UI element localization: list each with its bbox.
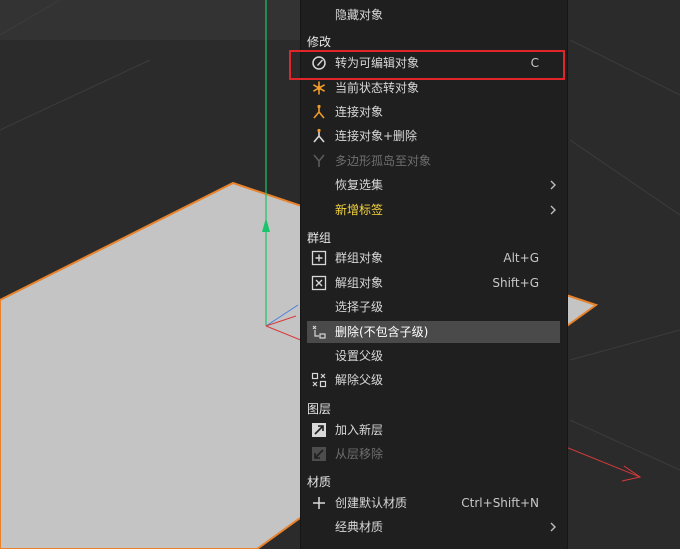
menu-item-group-objects[interactable]: 群组对象 Alt+G — [307, 247, 560, 269]
menu-item-connect-delete[interactable]: 连接对象+删除 — [307, 125, 560, 147]
menu-item-label: 群组对象 — [335, 251, 384, 265]
menu-item-add-new-layer[interactable]: 加入新层 — [307, 419, 560, 441]
edit-convert-icon — [311, 55, 327, 71]
menu-item-label: 恢复选集 — [335, 178, 384, 192]
menu-item-create-default-material[interactable]: 创建默认材质 Ctrl+Shift+N — [307, 492, 560, 514]
menu-item-label: 连接对象 — [335, 105, 384, 119]
delete-hierarchy-icon — [311, 324, 327, 340]
shortcut-label: Ctrl+Shift+N — [461, 496, 539, 510]
menu-item-label: 隐藏对象 — [335, 8, 384, 22]
menu-item-hide-object[interactable]: 隐藏对象 — [307, 4, 560, 26]
shortcut-label: C — [530, 56, 539, 70]
menu-item-set-parent[interactable]: 设置父级 — [307, 345, 560, 367]
layer-remove-icon — [311, 446, 327, 462]
context-menu: 隐藏对象 修改 转为可编辑对象 C 当前状态转对象 连接对象 连接对象+删除 多… — [300, 0, 568, 549]
menu-item-classic-material[interactable]: 经典材质 — [307, 516, 560, 538]
menu-item-label: 创建默认材质 — [335, 496, 408, 510]
layer-add-icon — [311, 422, 327, 438]
menu-item-restore-selection[interactable]: 恢复选集 — [307, 174, 560, 196]
menu-item-ungroup-objects[interactable]: 解组对象 Shift+G — [307, 272, 560, 294]
menu-item-unparent[interactable]: 解除父级 — [307, 369, 560, 391]
menu-item-label: 解除父级 — [335, 373, 384, 387]
menu-item-polygon-island[interactable]: 多边形孤岛至对象 — [307, 150, 560, 172]
menu-item-state-to-object[interactable]: 当前状态转对象 — [307, 77, 560, 99]
menu-item-label: 连接对象+删除 — [335, 129, 418, 143]
menu-item-label: 新增标签 — [335, 203, 384, 217]
polygon-island-icon — [311, 153, 327, 169]
menu-item-select-children[interactable]: 选择子级 — [307, 296, 560, 318]
group-plus-icon — [311, 250, 327, 266]
menu-item-label: 多边形孤岛至对象 — [335, 154, 432, 168]
menu-item-label: 解组对象 — [335, 276, 384, 290]
menu-item-connect-objects[interactable]: 连接对象 — [307, 101, 560, 123]
menu-item-add-tag[interactable]: 新增标签 — [307, 199, 560, 221]
chevron-right-icon — [548, 202, 558, 218]
menu-item-label: 从层移除 — [335, 447, 384, 461]
menu-item-label: 选择子级 — [335, 300, 384, 314]
menu-item-convert-editable[interactable]: 转为可编辑对象 C — [307, 52, 560, 74]
connect-icon — [311, 104, 327, 120]
plus-icon — [311, 495, 327, 511]
shortcut-label: Alt+G — [503, 251, 539, 265]
menu-item-label: 删除(不包含子级) — [335, 325, 429, 339]
menu-item-remove-from-layer[interactable]: 从层移除 — [307, 443, 560, 465]
menu-item-label: 加入新层 — [335, 423, 384, 437]
unparent-icon — [311, 372, 327, 388]
chevron-right-icon — [548, 177, 558, 193]
menu-item-label: 经典材质 — [335, 520, 384, 534]
menu-item-label: 设置父级 — [335, 349, 384, 363]
section-header-group: 群组 — [307, 231, 332, 245]
connect-delete-icon — [311, 128, 327, 144]
menu-item-delete-no-children[interactable]: 删除(不包含子级) — [307, 321, 560, 343]
ungroup-x-icon — [311, 275, 327, 291]
state-snowflake-icon — [311, 80, 327, 96]
menu-item-label: 转为可编辑对象 — [335, 56, 420, 70]
section-header-modify: 修改 — [307, 35, 332, 49]
section-header-layer: 图层 — [307, 402, 332, 416]
section-header-material: 材质 — [307, 475, 332, 489]
menu-item-label: 当前状态转对象 — [335, 81, 420, 95]
shortcut-label: Shift+G — [492, 276, 539, 290]
chevron-right-icon — [548, 519, 558, 535]
